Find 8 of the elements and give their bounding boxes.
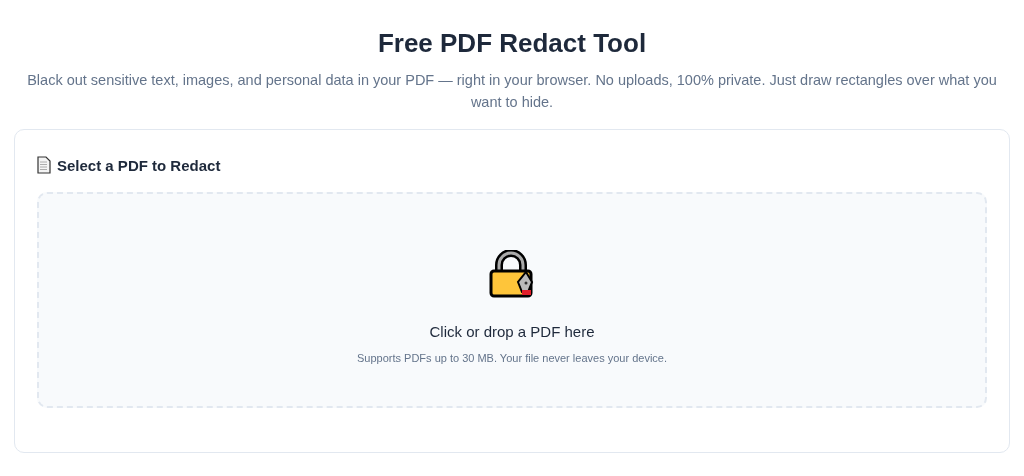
file-size-hint: Supports PDFs up to 30 MB. Your file never leaves your device.	[357, 352, 667, 364]
drop-prompt: Click or drop a PDF here	[429, 323, 595, 340]
page-title: Free PDF Redact Tool	[377, 28, 647, 59]
document-icon	[37, 156, 51, 174]
page-description: Black out sensitive text, images, and personal data in your PDF — right in your browser. No uploads, 100% private. Just draw rectangles over what you want to hide.	[26, 71, 998, 112]
file-dropzone[interactable]: Click or drop a PDF here Supports PDFs up to 30 MB. Your file never leaves your device.	[37, 192, 987, 408]
card-heading: Select a PDF to Redact	[57, 156, 221, 174]
lock-with-pen-icon	[488, 250, 536, 298]
